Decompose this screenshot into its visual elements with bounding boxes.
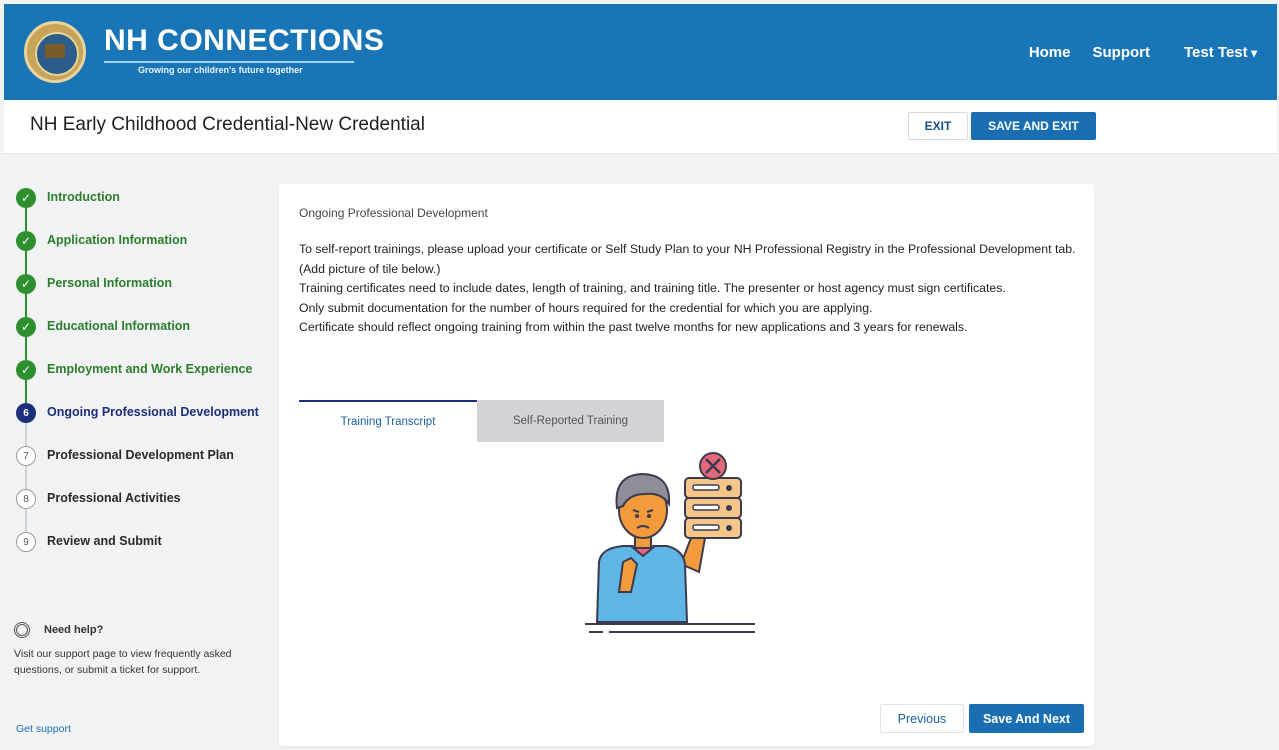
- step-item[interactable]: 6 Ongoing Professional Development: [16, 401, 266, 446]
- check-icon: ✓: [16, 274, 36, 294]
- brand-divider: [104, 61, 354, 63]
- step-label: Educational Information: [47, 319, 191, 333]
- user-menu-dropdown[interactable]: Test Test: [1184, 44, 1257, 61]
- help-title: Need help?: [44, 624, 104, 636]
- step-item[interactable]: 7 Professional Development Plan: [16, 444, 266, 489]
- previous-button[interactable]: Previous: [880, 704, 964, 733]
- instruction-line: Certificate should reflect ongoing train…: [299, 320, 968, 335]
- page-header: NH Early Childhood Credential-New Creden…: [4, 100, 1277, 154]
- step-item[interactable]: ✓ Employment and Work Experience: [16, 358, 266, 403]
- check-icon: ✓: [16, 360, 36, 380]
- progress-stepper: ✓ Introduction ✓ Application Information ✓ Pe…: [16, 186, 266, 573]
- step-item[interactable]: ✓ Introduction: [16, 186, 266, 231]
- tab-training-transcript[interactable]: Training Transcript: [299, 400, 477, 442]
- step-item[interactable]: 8 Professional Activities: [16, 487, 266, 532]
- exit-button[interactable]: EXIT: [908, 112, 968, 140]
- step-label: Introduction: [47, 190, 120, 204]
- main-card: Ongoing Professional Development To self…: [279, 184, 1094, 746]
- brand-tagline: Growing our children's future together: [138, 65, 303, 75]
- step-number-icon: 6: [16, 403, 36, 423]
- check-icon: ✓: [16, 231, 36, 251]
- help-heading: Need help?: [14, 622, 244, 638]
- nav-support-link[interactable]: Support: [1093, 44, 1151, 61]
- brand[interactable]: NH CONNECTIONS Growing our children's fu…: [104, 24, 384, 75]
- page-title: NH Early Childhood Credential-New Creden…: [30, 114, 425, 135]
- step-number-icon: 8: [16, 489, 36, 509]
- save-and-next-button[interactable]: Save And Next: [969, 704, 1084, 733]
- step-number-icon: 9: [16, 532, 36, 552]
- step-item[interactable]: ✓ Personal Information: [16, 272, 266, 317]
- step-label: Ongoing Professional Development: [47, 405, 259, 419]
- get-support-link[interactable]: Get support: [16, 723, 71, 735]
- step-item[interactable]: ✓ Educational Information: [16, 315, 266, 360]
- step-label: Application Information: [47, 233, 188, 247]
- step-label: Personal Information: [47, 276, 173, 290]
- check-icon: ✓: [16, 188, 36, 208]
- instructions: To self-report trainings, please upload …: [299, 240, 1079, 338]
- step-label: Professional Activities: [47, 491, 181, 505]
- nav-home-link[interactable]: Home: [1029, 44, 1071, 61]
- save-and-exit-button[interactable]: SAVE AND EXIT: [971, 112, 1096, 140]
- lifebuoy-icon: [14, 622, 30, 638]
- step-label: Professional Development Plan: [47, 448, 234, 462]
- step-item[interactable]: 9 Review and Submit: [16, 530, 266, 573]
- tab-self-reported-training[interactable]: Self-Reported Training: [477, 400, 664, 442]
- brand-title: NH CONNECTIONS: [104, 24, 385, 57]
- step-item[interactable]: ✓ Application Information: [16, 229, 266, 274]
- tab-bar: Training Transcript Self-Reported Traini…: [299, 400, 664, 442]
- state-seal-logo[interactable]: [24, 21, 86, 83]
- step-label: Employment and Work Experience: [47, 362, 253, 376]
- step-label: Review and Submit: [47, 534, 162, 548]
- instruction-line: To self-report trainings, please upload …: [299, 242, 1076, 276]
- top-navbar: NH CONNECTIONS Growing our children's fu…: [4, 4, 1277, 100]
- check-icon: ✓: [16, 317, 36, 337]
- help-panel: Need help? Visit our support page to vie…: [14, 622, 244, 678]
- server-error-person-illustration: [579, 452, 769, 642]
- instruction-line: Only submit documentation for the number…: [299, 300, 873, 315]
- instruction-line: Training certificates need to include da…: [299, 281, 1006, 296]
- step-number-icon: 7: [16, 446, 36, 466]
- section-title: Ongoing Professional Development: [299, 206, 488, 220]
- main-nav: Home Support Test Test: [1029, 44, 1257, 61]
- help-text: Visit our support page to view frequentl…: [14, 648, 232, 676]
